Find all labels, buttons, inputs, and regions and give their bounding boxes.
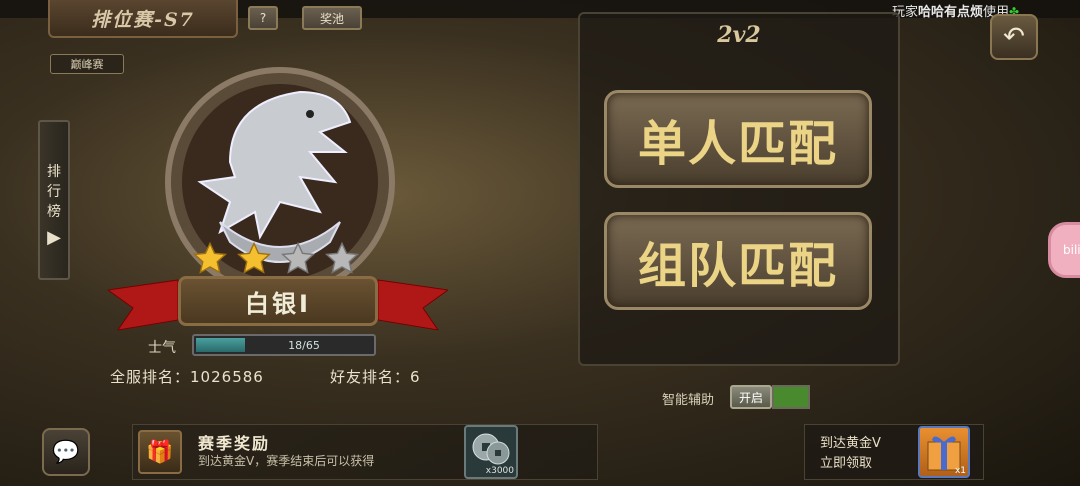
prize-pool-button[interactable]: 奖池: [302, 6, 362, 30]
leaderboard-char: 行: [47, 184, 61, 200]
rank-tier: 白银Ⅰ: [178, 276, 378, 326]
morale-value: 18/65: [288, 338, 320, 352]
server-rank-value: 1026586: [190, 368, 264, 386]
assist-toggle-button[interactable]: 开启: [730, 385, 772, 409]
assist-switch[interactable]: [772, 385, 810, 409]
help-button[interactable]: ?: [248, 6, 278, 30]
solo-match-button[interactable]: 单人匹配: [604, 90, 872, 188]
copper-coin-icon[interactable]: x3000: [464, 425, 518, 479]
season-reward-title: 赛季奖励: [198, 434, 271, 453]
gold-box-quantity: x1: [954, 466, 966, 476]
coin-graphic: [472, 433, 510, 465]
friend-rank-value: 6: [410, 368, 421, 386]
gold-gift-box-icon[interactable]: x1: [918, 426, 970, 478]
gold-reward-text: 到达黄金Ⅴ 立即领取: [820, 434, 881, 474]
gift-box-icon[interactable]: 🎁: [138, 430, 182, 474]
leaderboard-tab[interactable]: 排 行 榜 ▶: [38, 120, 70, 280]
assist-label: 智能辅助: [662, 393, 715, 408]
player-name: 哈哈有点烦: [918, 5, 984, 20]
peak-match-button[interactable]: 巅峰赛: [50, 54, 124, 74]
team-match-button[interactable]: 组队匹配: [604, 212, 872, 310]
mode-title: 2v2: [717, 22, 761, 48]
coin-quantity: x3000: [485, 466, 514, 476]
mode-panel: [578, 12, 900, 366]
chat-bubble-icon[interactable]: 💬: [42, 428, 90, 476]
bilibili-float-button[interactable]: bili: [1048, 222, 1080, 278]
back-arrow-icon[interactable]: ↶: [990, 14, 1038, 60]
leaderboard-char: 榜: [47, 204, 61, 220]
season-reward-desc: 到达黄金Ⅴ，赛季结束后可以获得: [198, 454, 375, 468]
morale-bar: 18/65: [192, 334, 376, 356]
friend-rank: 好友排名：6: [330, 366, 421, 387]
play-arrow-icon: ▶: [47, 227, 61, 248]
friend-rank-label: 好友排名：: [330, 368, 411, 386]
gold-reward-line1: 到达黄金Ⅴ: [820, 436, 881, 451]
gold-reward-line2: 立即领取: [820, 456, 873, 471]
leaderboard-char: 排: [47, 164, 61, 180]
server-rank: 全服排名：1026586: [110, 366, 264, 387]
morale-label: 士气: [148, 340, 176, 356]
page-title: 排位赛-S7: [48, 0, 238, 38]
server-rank-label: 全服排名：: [110, 368, 191, 386]
